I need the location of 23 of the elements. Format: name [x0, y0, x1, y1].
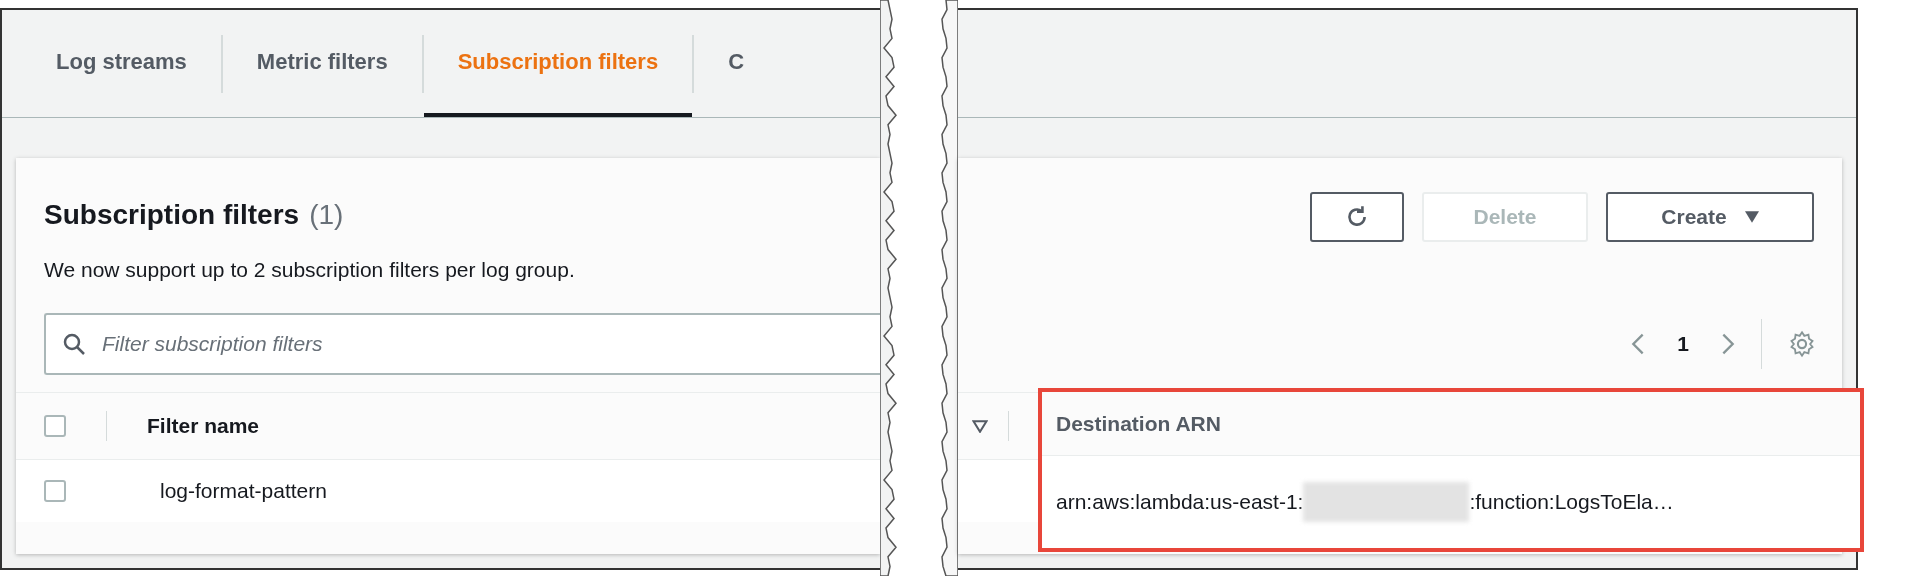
checkbox[interactable]	[44, 480, 66, 502]
column-header[interactable]: Filter name	[147, 410, 260, 442]
refresh-button[interactable]	[1310, 192, 1404, 242]
search-icon	[62, 332, 86, 356]
checkbox[interactable]	[44, 415, 66, 437]
tab[interactable]: Log streams	[22, 10, 221, 117]
create-button[interactable]: Create	[1606, 192, 1814, 242]
column-header[interactable]: Destination ARN	[1056, 407, 1221, 440]
panel-title: Subscription filters	[44, 198, 300, 232]
next-page-icon[interactable]	[1721, 332, 1735, 356]
tab[interactable]: C	[694, 10, 779, 117]
tab[interactable]: Metric filters	[222, 10, 422, 117]
arn-prefix: arn:aws:lambda:us-east-1:	[1056, 489, 1304, 516]
panel-description: We now support up to 2 subscription filters per log group.	[44, 257, 575, 284]
sort-icon[interactable]	[972, 419, 988, 433]
page-number[interactable]: 1	[1677, 328, 1689, 360]
table-cell-text: log-format-pattern	[160, 478, 327, 505]
previous-page-icon[interactable]	[1631, 332, 1646, 356]
filter-count: (1)	[309, 198, 344, 232]
arn-suffix: :function:LogsToEla…	[1469, 489, 1674, 516]
search-field[interactable]: Filter subscription filters	[44, 313, 880, 375]
settings-icon[interactable]	[1788, 330, 1816, 358]
caret-icon	[1744, 211, 1759, 223]
